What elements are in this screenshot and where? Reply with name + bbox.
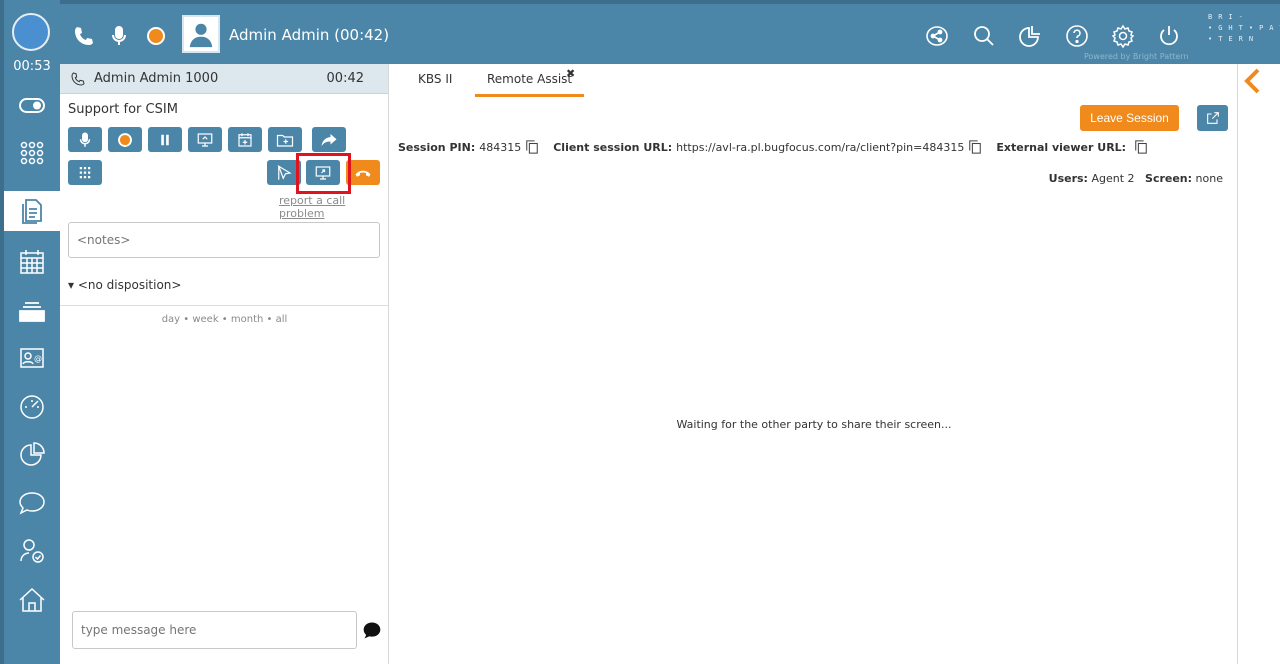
- close-tab-icon[interactable]: ✖: [566, 67, 575, 80]
- waiting-message: Waiting for the other party to share the…: [676, 418, 952, 431]
- hang-up-button[interactable]: [346, 160, 380, 185]
- tab-kbs-ii[interactable]: KBS II: [418, 72, 452, 94]
- mute-button[interactable]: [68, 127, 102, 152]
- agent-name: Admin Admin (00:42): [229, 26, 390, 44]
- active-call-bar[interactable]: Admin Admin 1000 00:42: [60, 64, 388, 94]
- add-to-folder-button[interactable]: [268, 127, 302, 152]
- session-users-info: Users: Agent 2 Screen: none: [1049, 172, 1223, 185]
- client-url-value: https://avl-ra.pl.bugfocus.com/ra/client…: [676, 140, 965, 154]
- report-call-problem-link[interactable]: report a call problem: [279, 194, 388, 220]
- session-pin-label: Session PIN:: [398, 140, 476, 154]
- session-timer: 00:53: [13, 59, 51, 74]
- interaction-panel: Admin Admin 1000 00:42 Support for CSIM …: [60, 64, 389, 664]
- help-icon[interactable]: [1063, 22, 1091, 50]
- screen-label: Screen:: [1145, 172, 1193, 185]
- agent-avatar[interactable]: [182, 15, 220, 53]
- session-info: Session PIN: 484315 Client session URL: …: [398, 140, 1162, 154]
- activity-chart-icon[interactable]: [1016, 22, 1044, 50]
- microphone-icon[interactable]: [105, 22, 133, 50]
- schedule-button[interactable]: [228, 127, 262, 152]
- top-header: Admin Admin (00:42) BRI-•GHT•PAT-•TERN P…: [60, 0, 1280, 64]
- agent-status-indicator[interactable]: [12, 13, 50, 51]
- left-rail: 00:53 @: [0, 0, 60, 664]
- screen-share-button[interactable]: [188, 127, 222, 152]
- right-side-strip: [1238, 64, 1280, 664]
- content-area: KBS II Remote Assist ✖ Leave Session Ses…: [390, 64, 1238, 664]
- session-pin-value: 484315: [479, 140, 522, 154]
- share-icon[interactable]: [923, 22, 951, 50]
- client-url-label: Client session URL:: [553, 140, 673, 154]
- send-chat-icon[interactable]: [362, 620, 382, 640]
- chat-message-input[interactable]: [72, 611, 357, 649]
- chevron-left-icon[interactable]: [1241, 67, 1263, 95]
- record-button[interactable]: [108, 127, 142, 152]
- users-label: Users:: [1048, 172, 1088, 185]
- external-viewer-label: External viewer URL:: [996, 140, 1127, 154]
- pie-chart-icon[interactable]: [4, 435, 60, 475]
- settings-gear-icon[interactable]: [1109, 22, 1137, 50]
- record-indicator-icon[interactable]: [142, 22, 170, 50]
- call-handset-icon: [71, 71, 85, 86]
- transfer-button[interactable]: [312, 127, 346, 152]
- keypad-button[interactable]: [68, 160, 102, 185]
- panel-divider: [60, 305, 389, 306]
- dashboard-gauge-icon[interactable]: [4, 387, 60, 427]
- hold-button[interactable]: [148, 127, 182, 152]
- user-check-icon[interactable]: [4, 531, 60, 571]
- call-duration: 00:42: [326, 71, 364, 86]
- highlight-box: [296, 153, 351, 194]
- leave-session-button[interactable]: Leave Session: [1080, 105, 1179, 131]
- brand-logo: BRI-•GHT•PAT-•TERN: [1208, 13, 1280, 43]
- svg-text:@: @: [34, 354, 42, 363]
- document-icon[interactable]: [4, 191, 60, 231]
- copy-pin-icon[interactable]: [525, 140, 539, 154]
- disposition-dropdown[interactable]: ▾ <no disposition>: [68, 278, 181, 292]
- calendar-icon[interactable]: [4, 242, 60, 282]
- screen-value: none: [1195, 172, 1223, 185]
- copy-client-url-icon[interactable]: [968, 140, 982, 154]
- copy-viewer-url-icon[interactable]: [1134, 140, 1148, 154]
- call-party-name: Admin Admin 1000: [94, 71, 219, 86]
- phone-icon[interactable]: [70, 22, 98, 50]
- toggle-icon[interactable]: [4, 85, 60, 125]
- grid-icon[interactable]: [4, 133, 60, 173]
- service-name: Support for CSIM: [68, 102, 178, 117]
- notes-field[interactable]: [68, 222, 380, 258]
- users-value: Agent 2: [1091, 172, 1135, 185]
- popout-button[interactable]: [1197, 105, 1228, 131]
- chat-bubble-icon[interactable]: [4, 483, 60, 523]
- history-filter[interactable]: day • week • month • all: [60, 314, 389, 325]
- inbox-icon[interactable]: [4, 290, 60, 330]
- power-icon[interactable]: [1155, 22, 1183, 50]
- search-icon[interactable]: [970, 22, 998, 50]
- external-link-icon: [1206, 112, 1219, 124]
- contact-card-icon[interactable]: @: [4, 338, 60, 378]
- home-icon[interactable]: [4, 580, 60, 620]
- powered-by-label: Powered by Bright Pattern: [1084, 52, 1189, 61]
